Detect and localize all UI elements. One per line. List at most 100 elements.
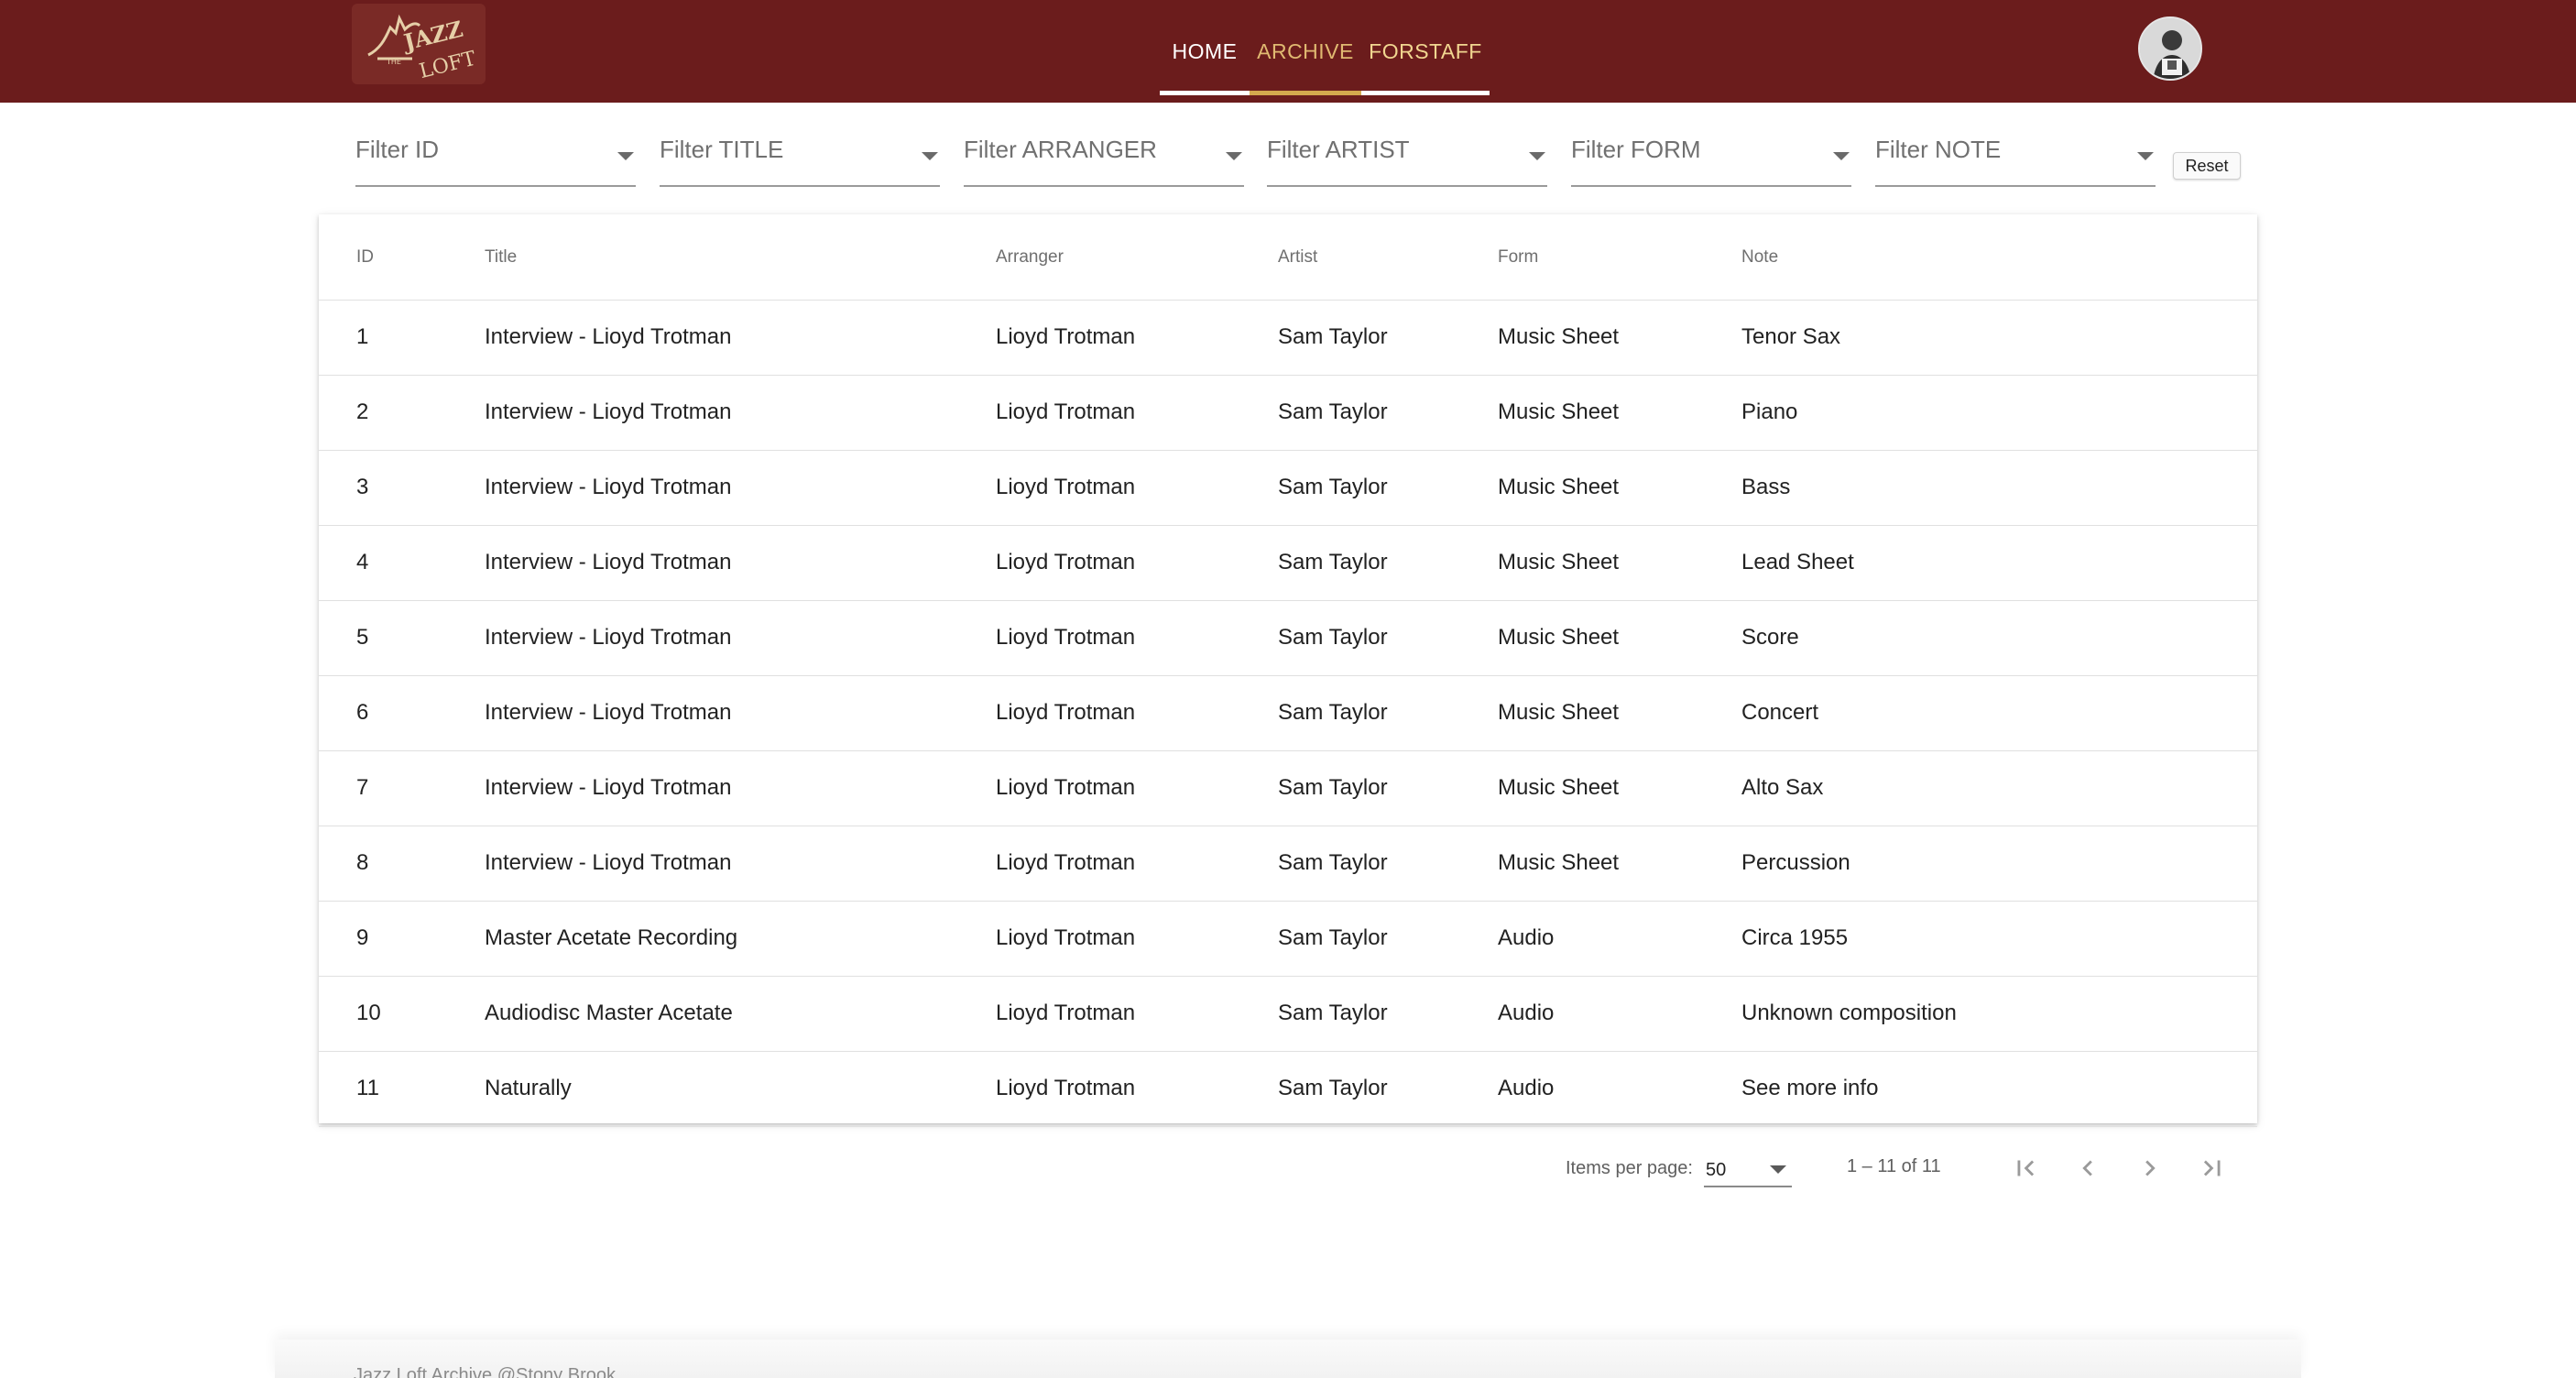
cell-id: 11 <box>356 1076 379 1100</box>
table-row[interactable]: 1 Interview - Lioyd Trotman Lioyd Trotma… <box>319 301 2257 376</box>
cell-title: Interview - Lioyd Trotman <box>485 399 732 424</box>
cell-id: 8 <box>356 850 369 875</box>
column-header-artist[interactable]: Artist <box>1278 247 1317 268</box>
dropdown-arrow-icon <box>1226 152 1242 160</box>
cell-arranger: Lioyd Trotman <box>996 1001 1136 1025</box>
nav-tab-label: ARCHIVE <box>1257 38 1354 63</box>
user-avatar[interactable] <box>2138 16 2202 81</box>
items-per-page-label: Items per page: <box>1566 1158 1693 1178</box>
filter-label: Filter TITLE <box>660 136 784 163</box>
first-page-button[interactable] <box>2003 1145 2048 1191</box>
cell-id: 7 <box>356 775 369 800</box>
cell-artist: Sam Taylor <box>1278 475 1388 499</box>
cell-artist: Sam Taylor <box>1278 324 1388 349</box>
table-row[interactable]: 10 Audiodisc Master Acetate Lioyd Trotma… <box>319 977 2257 1052</box>
nav-tab-home[interactable]: HOME <box>1160 0 1250 103</box>
svg-text:THE: THE <box>386 58 401 66</box>
cell-artist: Sam Taylor <box>1278 1001 1388 1025</box>
cell-note: Score <box>1741 625 1799 650</box>
cell-arranger: Lioyd Trotman <box>996 399 1136 424</box>
cell-artist: Sam Taylor <box>1278 1076 1388 1100</box>
dropdown-arrow-icon <box>2137 152 2154 160</box>
cell-title: Interview - Lioyd Trotman <box>485 625 732 650</box>
cell-form: Audio <box>1498 925 1555 950</box>
last-page-button[interactable] <box>2189 1145 2235 1191</box>
next-page-button[interactable] <box>2127 1145 2173 1191</box>
paginator: Items per page: 50 1 – 11 of 11 <box>0 1136 2576 1200</box>
filter-form-select[interactable]: Filter FORM <box>1571 125 1851 187</box>
items-per-page-value: 50 <box>1706 1160 1727 1180</box>
page-range-label: 1 – 11 of 11 <box>1847 1156 1941 1176</box>
column-header-form[interactable]: Form <box>1498 247 1538 268</box>
table-row[interactable]: 3 Interview - Lioyd Trotman Lioyd Trotma… <box>319 451 2257 526</box>
filter-id-select[interactable]: Filter ID <box>355 125 636 187</box>
cell-title: Interview - Lioyd Trotman <box>485 775 732 800</box>
cell-note: Unknown composition <box>1741 1001 1957 1025</box>
table-row[interactable]: 6 Interview - Lioyd Trotman Lioyd Trotma… <box>319 676 2257 751</box>
nav-tab-underline <box>1160 91 1250 95</box>
cell-note: Concert <box>1741 700 1819 725</box>
table-row[interactable]: 7 Interview - Lioyd Trotman Lioyd Trotma… <box>319 751 2257 826</box>
cell-id: 5 <box>356 625 369 650</box>
top-app-bar: JAZZ LOFT THE HOME ARCHIVE FORSTAFF <box>0 0 2576 103</box>
cell-title: Naturally <box>485 1076 572 1100</box>
next-page-icon <box>2145 1160 2156 1176</box>
cell-title: Interview - Lioyd Trotman <box>485 850 732 875</box>
cell-form: Music Sheet <box>1498 775 1620 800</box>
cell-id: 1 <box>356 324 369 349</box>
cell-arranger: Lioyd Trotman <box>996 850 1136 875</box>
nav-tab-label: HOME <box>1172 38 1238 63</box>
table-row[interactable]: 2 Interview - Lioyd Trotman Lioyd Trotma… <box>319 376 2257 451</box>
cell-title: Interview - Lioyd Trotman <box>485 550 732 574</box>
footer-text: Jazz Loft Archive @Stony Brook <box>354 1365 616 1378</box>
cell-note: Percussion <box>1741 850 1850 875</box>
cell-form: Music Sheet <box>1498 625 1620 650</box>
cell-artist: Sam Taylor <box>1278 399 1388 424</box>
filter-label: Filter ID <box>355 136 439 163</box>
nav-tab-underline <box>1361 91 1490 95</box>
last-page-icon <box>2203 1160 2221 1176</box>
archive-table: ID Title Arranger Artist Form Note 1 Int… <box>319 214 2257 1127</box>
previous-page-icon <box>2082 1160 2092 1176</box>
table-row[interactable]: 5 Interview - Lioyd Trotman Lioyd Trotma… <box>319 601 2257 676</box>
jazz-loft-logo[interactable]: JAZZ LOFT THE <box>352 4 486 84</box>
user-avatar-icon <box>2140 18 2200 79</box>
table-row[interactable]: 4 Interview - Lioyd Trotman Lioyd Trotma… <box>319 526 2257 601</box>
filter-note-select[interactable]: Filter NOTE <box>1875 125 2156 187</box>
cell-form: Music Sheet <box>1498 475 1620 499</box>
filter-label: Filter ARTIST <box>1267 136 1410 163</box>
jazz-loft-logo-icon: JAZZ LOFT THE <box>367 14 478 82</box>
cell-artist: Sam Taylor <box>1278 925 1388 950</box>
nav-tab-forstaff[interactable]: FORSTAFF <box>1361 0 1490 103</box>
page-footer: Jazz Loft Archive @Stony Brook <box>275 1340 2301 1378</box>
svg-text:LOFT: LOFT <box>417 48 478 82</box>
cell-title: Interview - Lioyd Trotman <box>485 324 732 349</box>
table-row[interactable]: 9 Master Acetate Recording Lioyd Trotman… <box>319 902 2257 977</box>
column-header-arranger[interactable]: Arranger <box>996 247 1064 268</box>
cell-note: Piano <box>1741 399 1798 424</box>
items-per-page-select[interactable]: 50 <box>1704 1151 1792 1187</box>
cell-arranger: Lioyd Trotman <box>996 1076 1136 1100</box>
filter-label: Filter FORM <box>1571 136 1701 163</box>
cell-id: 3 <box>356 475 369 499</box>
filter-artist-select[interactable]: Filter ARTIST <box>1267 125 1547 187</box>
previous-page-button[interactable] <box>2065 1145 2111 1191</box>
cell-artist: Sam Taylor <box>1278 850 1388 875</box>
cell-form: Music Sheet <box>1498 850 1620 875</box>
filter-arranger-select[interactable]: Filter ARRANGER <box>964 125 1244 187</box>
filter-title-select[interactable]: Filter TITLE <box>660 125 940 187</box>
column-header-title[interactable]: Title <box>485 247 517 268</box>
reset-button[interactable]: Reset <box>2173 152 2241 180</box>
cell-id: 9 <box>356 925 369 950</box>
column-header-note[interactable]: Note <box>1741 247 1778 268</box>
dropdown-arrow-icon <box>1529 152 1545 160</box>
cell-arranger: Lioyd Trotman <box>996 324 1136 349</box>
nav-tab-archive[interactable]: ARCHIVE <box>1250 0 1361 103</box>
column-header-id[interactable]: ID <box>356 247 374 268</box>
cell-arranger: Lioyd Trotman <box>996 700 1136 725</box>
cell-form: Music Sheet <box>1498 324 1620 349</box>
cell-id: 10 <box>356 1001 381 1025</box>
table-row[interactable]: 11 Naturally Lioyd Trotman Sam Taylor Au… <box>319 1052 2257 1127</box>
cell-form: Music Sheet <box>1498 700 1620 725</box>
table-row[interactable]: 8 Interview - Lioyd Trotman Lioyd Trotma… <box>319 826 2257 902</box>
